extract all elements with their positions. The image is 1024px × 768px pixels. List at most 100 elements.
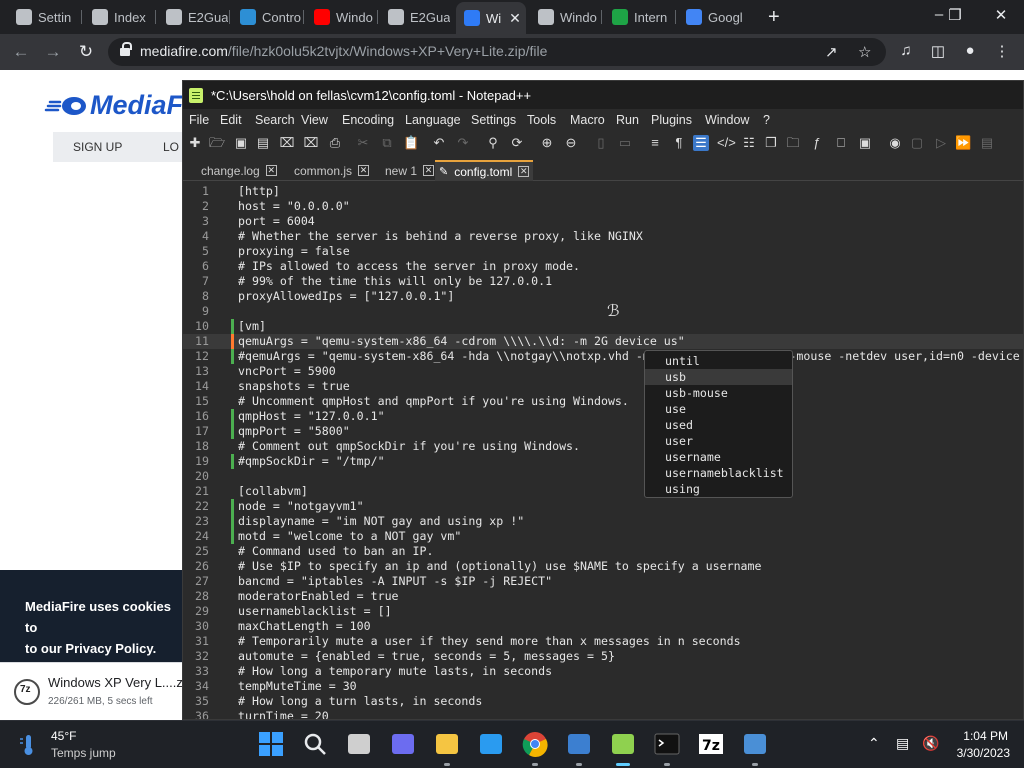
clock-date[interactable]: 3/30/2023 [957, 746, 1010, 760]
udl-icon[interactable]: </> [717, 135, 736, 151]
code-line[interactable]: 34 tempMuteTime = 30 [183, 679, 1023, 694]
code-text[interactable]: host = "0.0.0.0" [238, 199, 350, 214]
code-line[interactable]: 29 usernameblacklist = [] [183, 604, 1023, 619]
code-text[interactable]: node = "notgayvm1" [238, 499, 364, 514]
code-text[interactable]: # Use $IP to specify an ip and (optional… [238, 559, 762, 574]
close-file-icon[interactable]: ⌧ [279, 135, 295, 151]
autocomplete-item[interactable]: usernameblacklist [645, 465, 792, 481]
code-text[interactable]: qmpPort = "5800" [238, 424, 350, 439]
browser-tab[interactable]: E2Gua [380, 4, 450, 30]
autocomplete-popup[interactable]: until usb usb-mouse use used user username user… [644, 350, 793, 498]
notepadpp-icon[interactable] [610, 731, 636, 757]
7zip-icon[interactable]: 7z [698, 731, 724, 757]
browser-tab[interactable]: Contro [232, 4, 302, 30]
code-line[interactable]: 31 # Temporarily mute a user if they send… [183, 634, 1023, 649]
code-line[interactable]: 19 #qmpSockDir = "/tmp/" [183, 454, 1023, 469]
print-icon[interactable]: ⎙ [327, 135, 343, 151]
code-text[interactable]: moderatorEnabled = true [238, 589, 399, 604]
code-text[interactable]: [vm] [238, 319, 266, 334]
code-line[interactable]: 36 turnTime = 20 [183, 709, 1023, 719]
code-line[interactable]: 7 # 99% of the time this will only be 127… [183, 274, 1023, 289]
file-tab[interactable]: common.js ✕ [276, 160, 373, 181]
autocomplete-item[interactable]: user [645, 433, 792, 449]
zoom-out-icon[interactable]: ⊖ [563, 135, 579, 151]
code-text[interactable]: # Comment out qmpSockDir if you're using… [238, 439, 580, 454]
zoom-icon[interactable] [390, 731, 416, 757]
microsoft-store-icon[interactable] [478, 731, 504, 757]
browser-tab[interactable]: Intern [604, 4, 674, 30]
open-file-icon[interactable]: 🗁 [209, 135, 225, 151]
replace-icon[interactable]: ⟳ [509, 135, 525, 151]
code-text[interactable]: # How long a temporary mute lasts, in se… [238, 664, 552, 679]
code-text[interactable]: proxying = false [238, 244, 350, 259]
screen-capture-icon[interactable]: ▣ [857, 135, 873, 151]
autocomplete-item[interactable]: using [645, 481, 792, 497]
menu-view[interactable]: View [301, 113, 328, 127]
code-text[interactable]: qemuArgs = "qemu-system-x86_64 -cdrom \\… [238, 334, 685, 349]
code-line[interactable]: 15 # Uncomment qmpHost and qmpPort if you… [183, 394, 1023, 409]
menu-search[interactable]: Search [255, 113, 295, 127]
code-line[interactable]: 28 moderatorEnabled = true [183, 589, 1023, 604]
url-text[interactable]: mediafire.com/file/hzk0olu5k2tvjtx/Windo… [140, 43, 547, 59]
menu-macro[interactable]: Macro [570, 113, 605, 127]
privacy-policy-link[interactable]: to our Privacy Policy. [25, 638, 180, 659]
code-text[interactable]: bancmd = "iptables -A INPUT -s $IP -j RE… [238, 574, 552, 589]
code-line[interactable]: 10 [vm] [183, 319, 1023, 334]
login-link[interactable]: LO [163, 140, 179, 154]
menu-encoding[interactable]: Encoding [342, 113, 394, 127]
code-text[interactable]: #qemuArgs = "qemu-system-x86_64 -hda \\n… [238, 349, 1020, 364]
code-text[interactable]: automute = {enabled = true, seconds = 5,… [238, 649, 615, 664]
reload-icon[interactable]: ↻ [75, 42, 97, 62]
side-panel-icon[interactable]: ◫ [928, 42, 948, 60]
browser-tab[interactable]: Windo [530, 4, 600, 30]
menu-run[interactable]: Run [616, 113, 639, 127]
code-line[interactable]: 22 node = "notgayvm1" [183, 499, 1023, 514]
code-text[interactable]: # Uncomment qmpHost and qmpPort if you'r… [238, 394, 629, 409]
code-text[interactable]: displayname = "im NOT gay and using xp !… [238, 514, 524, 529]
code-text[interactable]: # How long a turn lasts, in seconds [238, 694, 482, 709]
code-text[interactable]: # Whether the server is behind a reverse… [238, 229, 643, 244]
browser-tab[interactable]: Index [84, 4, 154, 30]
chrome-menu-icon[interactable]: ⋮ [992, 42, 1012, 60]
network-icon[interactable]: ▤ [896, 735, 909, 752]
menu-tools[interactable]: Tools [527, 113, 556, 127]
code-text[interactable]: motd = "welcome to a NOT gay vm" [238, 529, 461, 544]
code-line[interactable]: 20 [183, 469, 1023, 484]
paste-icon[interactable]: 📋 [403, 135, 419, 151]
file-tab[interactable]: ✎ config.toml ✕ [435, 160, 534, 181]
code-line[interactable]: 4 # Whether the server is behind a revers… [183, 229, 1023, 244]
vm-manager-icon[interactable] [742, 731, 768, 757]
restore-window-button[interactable]: ❐ [940, 6, 970, 24]
find-icon[interactable]: ⚲ [485, 135, 501, 151]
address-bar[interactable]: mediafire.com/file/hzk0olu5k2tvjtx/Windo… [108, 38, 886, 66]
code-text[interactable]: usernameblacklist = [] [238, 604, 392, 619]
file-explorer-icon[interactable] [434, 731, 460, 757]
remote-desktop-icon[interactable] [566, 731, 592, 757]
monitoring-icon[interactable]: ⎕ [833, 135, 849, 151]
record-macro-icon[interactable]: ◉ [887, 135, 903, 151]
close-tab-icon[interactable]: ✕ [423, 165, 435, 176]
code-text[interactable]: turnTime = 20 [238, 709, 329, 719]
menu-help[interactable]: ? [763, 113, 770, 127]
code-line[interactable]: 1 [http] [183, 184, 1023, 199]
code-text[interactable]: [collabvm] [238, 484, 308, 499]
autocomplete-item[interactable]: use [645, 401, 792, 417]
code-line[interactable]: 17 qmpPort = "5800" [183, 424, 1023, 439]
autocomplete-item[interactable]: username [645, 449, 792, 465]
save-macro-icon[interactable]: ▤ [979, 135, 995, 151]
code-text[interactable]: snapshots = true [238, 379, 350, 394]
play-macro-icon[interactable]: ▷ [933, 135, 949, 151]
menu-language[interactable]: Language [405, 113, 461, 127]
menu-edit[interactable]: Edit [220, 113, 242, 127]
weather-temperature[interactable]: 45°F [51, 729, 76, 743]
code-line[interactable]: 35 # How long a turn lasts, in seconds [183, 694, 1023, 709]
code-line[interactable]: 13 vncPort = 5900 [183, 364, 1023, 379]
menu-settings[interactable]: Settings [471, 113, 516, 127]
menu-file[interactable]: File [189, 113, 209, 127]
copy-icon[interactable]: ⧉ [379, 135, 395, 151]
browser-tab[interactable]: E2Gua [158, 4, 228, 30]
bookmark-star-icon[interactable]: ☆ [858, 43, 871, 61]
file-tab[interactable]: change.log ✕ [183, 160, 281, 181]
sync-horizontal-icon[interactable]: ▭ [617, 135, 633, 151]
signup-link[interactable]: SIGN UP [73, 140, 122, 154]
